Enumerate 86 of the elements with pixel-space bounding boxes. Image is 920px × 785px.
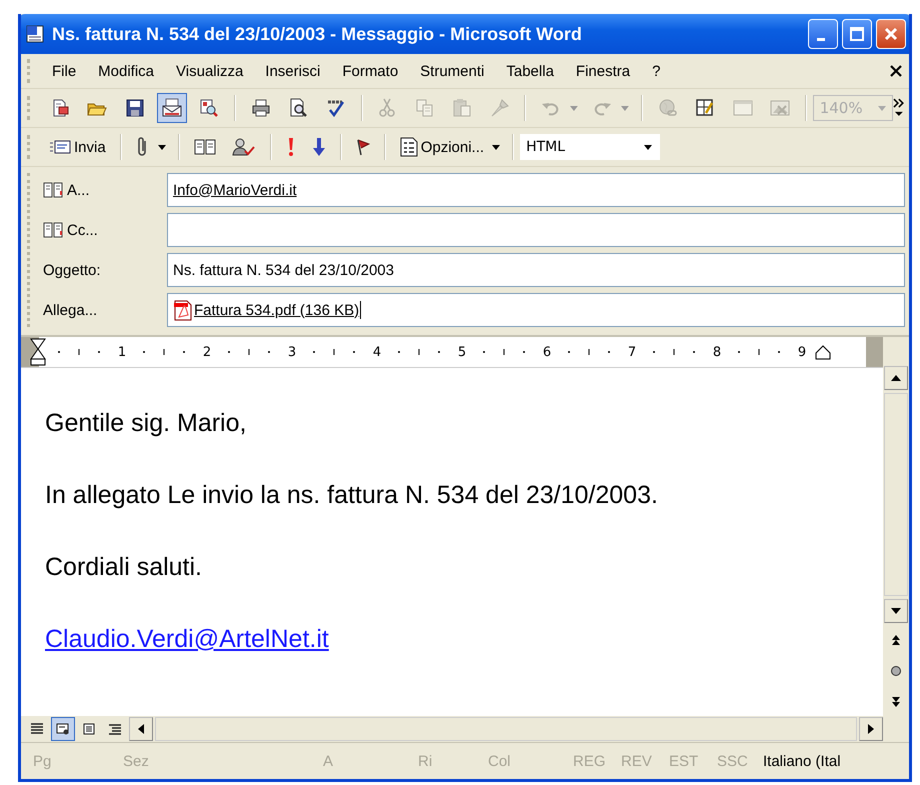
menu-item[interactable]: Formato: [331, 62, 410, 80]
down-arrow-icon[interactable]: [312, 137, 326, 157]
menu-item[interactable]: Tabella: [495, 62, 565, 80]
next-page-icon[interactable]: [891, 696, 901, 708]
message-icon: [49, 139, 71, 155]
scrollbar-thumb[interactable]: [884, 393, 908, 596]
body-paragraph: Cordiali saluti.: [45, 552, 204, 582]
menu-item[interactable]: File: [41, 62, 88, 80]
right-arrow-icon: [868, 724, 874, 734]
status-field: REV: [621, 752, 669, 770]
check-names-icon[interactable]: [232, 137, 256, 157]
ruler-number: 7: [626, 344, 638, 360]
menu-item[interactable]: ?: [641, 62, 672, 80]
email-link[interactable]: Claudio.Verdi@ArtelNet.it: [45, 624, 883, 654]
status-field: Italiano (Ital: [763, 752, 841, 770]
ruler-number: 2: [202, 344, 212, 360]
web-layout-icon[interactable]: [51, 717, 75, 741]
scroll-up-button[interactable]: [884, 366, 908, 390]
minimize-icon: [817, 38, 825, 40]
scrollbar-thumb[interactable]: [155, 717, 857, 741]
subject-field[interactable]: Ns. fattura N. 534 del 23/10/2003: [167, 253, 905, 287]
field-label[interactable]: A...: [67, 182, 90, 198]
address-book-icon[interactable]: [194, 138, 216, 156]
browse-object-icon[interactable]: [890, 665, 902, 677]
status-field: Col: [488, 752, 573, 770]
close-button[interactable]: [876, 19, 906, 49]
body-paragraph: Gentile sig. Mario,: [45, 408, 248, 438]
status-field: EST: [669, 752, 717, 770]
scroll-right-button[interactable]: [859, 717, 883, 741]
attachment-field[interactable]: Fattura 534.pdf (136 KB): [167, 293, 905, 327]
previous-page-icon[interactable]: [891, 634, 901, 646]
ruler-number: 3: [286, 344, 298, 360]
field-label: Allega...: [43, 302, 98, 318]
address-book-icon[interactable]: [43, 222, 63, 238]
ruler-number: 4: [372, 344, 382, 360]
send-button[interactable]: Invia: [45, 138, 110, 156]
format-dropdown[interactable]: HTML: [520, 134, 660, 160]
ruler-number: 8: [712, 344, 722, 360]
envelope-icon[interactable]: [157, 93, 187, 123]
caret-icon: [644, 144, 652, 150]
document-icon: [26, 25, 44, 43]
field-label[interactable]: Cc...: [67, 222, 98, 238]
ruler-number: 5: [456, 344, 468, 360]
recipient-field[interactable]: [167, 213, 905, 247]
maximize-icon: [847, 24, 867, 44]
menu-item[interactable]: Strumenti: [409, 62, 496, 80]
right-indent-marker-icon[interactable]: [814, 344, 832, 360]
status-field: A: [323, 752, 418, 770]
ruler-number: 9: [796, 344, 808, 360]
recipient-field[interactable]: Info@MarioVerdi.it: [167, 173, 905, 207]
menu-item[interactable]: Finestra: [564, 62, 642, 80]
indent-marker-icon[interactable]: [29, 338, 47, 366]
caret-icon[interactable]: [492, 144, 500, 150]
body-paragraph: In allegato Le invio la ns. fattura N. 534 del 23/10/2003.: [45, 480, 659, 510]
field-label: Oggetto:: [43, 262, 101, 278]
menu-item[interactable]: Modifica: [87, 62, 166, 80]
pdf-file-icon: [173, 299, 193, 321]
left-arrow-icon: [138, 724, 144, 734]
window-title: Ns. fattura N. 534 del 23/10/2003 - Messaggio - Microsoft Word: [52, 24, 583, 44]
menu-item[interactable]: Inserisci: [254, 62, 332, 80]
status-field: SSC: [717, 752, 763, 770]
status-field: REG: [573, 752, 621, 770]
up-arrow-icon: [891, 375, 901, 381]
status-field: Sez: [123, 752, 323, 770]
ruler-number: 1: [116, 344, 128, 360]
scroll-left-button[interactable]: [129, 717, 153, 741]
address-book-icon[interactable]: [43, 182, 63, 198]
status-field: Ri: [418, 752, 488, 770]
flag-icon[interactable]: [356, 138, 370, 156]
caret-icon: [878, 106, 886, 110]
close-icon[interactable]: [889, 64, 903, 78]
list-document-icon: [400, 137, 418, 157]
attachment-link[interactable]: Fattura 534.pdf (136 KB): [194, 302, 360, 318]
email-address[interactable]: Info@MarioVerdi.it: [173, 182, 297, 198]
document-page[interactable]: Gentile sig. Mario, In allegato Le invio la ns. fattura N. 534 del 23/10/2003. Cordiali saluti. Claudio.Verdi@ArtelNet.it: [21, 368, 883, 716]
status-field: Pg: [33, 752, 123, 770]
minimize-button[interactable]: [808, 19, 838, 49]
maximize-button[interactable]: [842, 19, 872, 49]
options-button[interactable]: Opzioni...: [396, 137, 488, 157]
menu-item[interactable]: Visualizza: [165, 62, 254, 80]
scroll-down-button[interactable]: [884, 599, 908, 623]
ruler[interactable]: 1 2 3 4 5 6 7 8 9: [21, 337, 883, 368]
subject-text: Ns. fattura N. 534 del 23/10/2003: [173, 262, 394, 278]
ruler-number: 6: [542, 344, 552, 360]
caret-icon[interactable]: [158, 144, 166, 150]
down-arrow-icon: [891, 608, 901, 614]
